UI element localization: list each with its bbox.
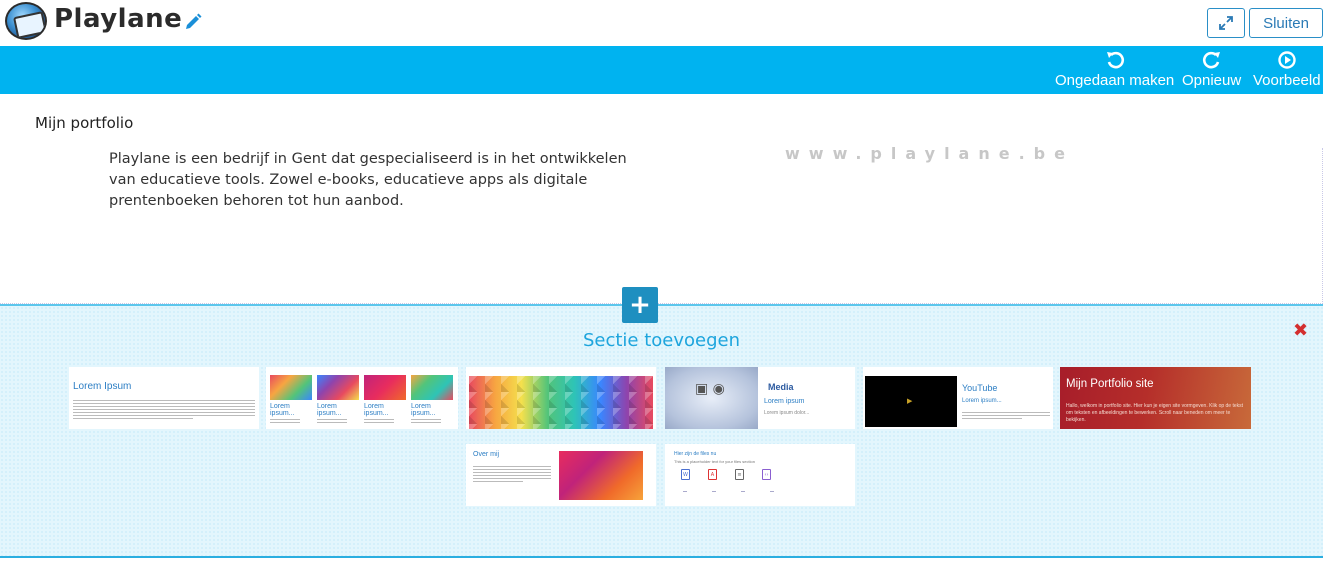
close-icon[interactable]: ✖ bbox=[1293, 320, 1308, 341]
content-paragraph[interactable]: Playlane is een bedrijf in Gent dat gesp… bbox=[109, 149, 629, 212]
redo-icon bbox=[1202, 51, 1220, 69]
code-file-icon: ‹› bbox=[762, 469, 771, 480]
template-youtube[interactable]: ▶ YouTube Lorem ipsum... bbox=[863, 367, 1053, 429]
add-section-title: Sectie toevoegen bbox=[582, 330, 741, 351]
gallery-item: Lorem ipsum... bbox=[411, 375, 453, 425]
template-media-subheading: Lorem ipsum bbox=[764, 398, 805, 405]
gallery-item: Lorem ipsum... bbox=[317, 375, 359, 425]
preview-button[interactable]: Voorbeeld bbox=[1253, 50, 1321, 89]
template-portfolio-subtitle: Hallo, welkom in portfolio site. Hier ku… bbox=[1066, 403, 1244, 423]
gallery-item: Lorem ipsum... bbox=[270, 375, 312, 425]
template-files[interactable]: Hier zijn de files nu This is a placehol… bbox=[665, 444, 855, 506]
template-about-image bbox=[559, 451, 643, 500]
template-files-icons: W A ≡ ‹› bbox=[681, 469, 771, 480]
app-title: Playlane bbox=[54, 4, 183, 34]
template-portfolio-header[interactable]: Mijn Portfolio site Hallo, welkom in por… bbox=[1060, 367, 1251, 429]
template-youtube-video: ▶ bbox=[865, 376, 957, 427]
template-files-captions bbox=[683, 491, 774, 492]
redo-button[interactable]: Opnieuw bbox=[1182, 50, 1241, 89]
preview-label: Voorbeeld bbox=[1253, 72, 1321, 89]
template-files-heading: Hier zijn de files nu bbox=[674, 451, 717, 457]
template-banner[interactable] bbox=[466, 367, 656, 429]
template-gallery[interactable]: Lorem ipsum... Lorem ipsum... Lorem ipsu… bbox=[266, 367, 458, 429]
template-about[interactable]: Over mij bbox=[466, 444, 656, 506]
template-about-heading: Over mij bbox=[473, 451, 500, 458]
section-title[interactable]: Mijn portfolio bbox=[35, 114, 133, 132]
template-text-lines bbox=[73, 398, 255, 421]
template-banner-image bbox=[469, 376, 653, 429]
expand-button[interactable] bbox=[1207, 8, 1245, 38]
redo-label: Opnieuw bbox=[1182, 72, 1242, 89]
close-button[interactable]: Sluiten bbox=[1249, 8, 1323, 38]
watermark: www.playlane.be bbox=[785, 144, 1074, 163]
expand-icon bbox=[1219, 16, 1233, 30]
template-youtube-lines bbox=[962, 410, 1050, 421]
template-media[interactable]: ▣ ◉ Media Lorem ipsum Lorem ipsum dolor.… bbox=[665, 367, 855, 429]
template-portfolio-title: Mijn Portfolio site bbox=[1066, 378, 1154, 390]
media-icons: ▣ ◉ bbox=[695, 381, 725, 397]
undo-button[interactable]: Ongedaan maken bbox=[1055, 50, 1174, 89]
undo-icon bbox=[1106, 51, 1124, 69]
play-icon: ▶ bbox=[907, 397, 913, 405]
pencil-icon[interactable] bbox=[183, 12, 203, 32]
template-youtube-subheading: Lorem ipsum... bbox=[962, 398, 1002, 404]
pdf-file-icon: A bbox=[708, 469, 717, 480]
template-files-subheading: This is a placeholder text for your file… bbox=[674, 459, 755, 464]
template-about-lines bbox=[473, 464, 551, 484]
template-media-heading: Media bbox=[768, 382, 794, 392]
template-media-text: Lorem ipsum dolor... bbox=[764, 410, 810, 416]
undo-label: Ongedaan maken bbox=[1055, 72, 1175, 89]
template-text-heading: Lorem Ipsum bbox=[73, 381, 132, 392]
template-text[interactable]: Lorem Ipsum bbox=[69, 367, 259, 429]
add-section-button[interactable]: + bbox=[622, 287, 658, 323]
playlane-logo-icon bbox=[5, 2, 47, 40]
template-youtube-heading: YouTube bbox=[962, 383, 998, 393]
gallery-item: Lorem ipsum... bbox=[364, 375, 406, 425]
top-bar: Playlane Sluiten bbox=[0, 0, 1323, 46]
template-media-image bbox=[665, 367, 758, 429]
play-circle-icon bbox=[1278, 51, 1296, 69]
file-icon: ≡ bbox=[735, 469, 744, 480]
doc-file-icon: W bbox=[681, 469, 690, 480]
editor-toolbar: Ongedaan maken Opnieuw Voorbeeld bbox=[0, 46, 1323, 94]
